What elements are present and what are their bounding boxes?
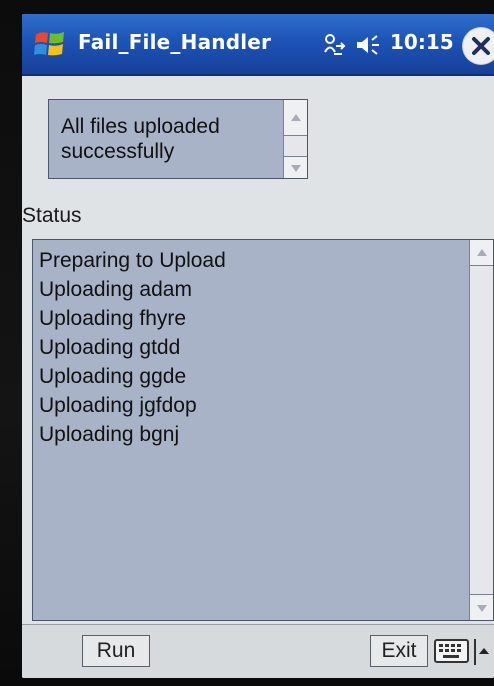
status-item[interactable]: Uploading bgnj bbox=[39, 420, 226, 449]
run-button[interactable]: Run bbox=[82, 635, 150, 667]
scroll-down-button[interactable] bbox=[284, 156, 307, 178]
status-item[interactable]: Uploading gtdd bbox=[39, 333, 226, 362]
arrow-down-icon bbox=[476, 604, 487, 612]
scroll-down-button[interactable] bbox=[470, 594, 493, 620]
status-list[interactable]: Preparing to Upload Uploading adam Uploa… bbox=[32, 239, 494, 621]
arrow-down-icon bbox=[290, 164, 301, 172]
windows-flag-icon[interactable] bbox=[32, 28, 68, 62]
close-button[interactable] bbox=[463, 28, 494, 64]
keyboard-icon[interactable] bbox=[434, 637, 470, 665]
device-screen: Fail_File_Handler 10:15 All files upload… bbox=[22, 14, 494, 678]
scroll-up-button[interactable] bbox=[284, 100, 307, 136]
message-text: All files uploaded successfully bbox=[61, 115, 220, 163]
title-bar: Fail_File_Handler 10:15 bbox=[22, 14, 494, 76]
status-label: Status bbox=[22, 204, 82, 227]
close-icon bbox=[472, 37, 490, 55]
status-item[interactable]: Uploading jgfdop bbox=[39, 391, 226, 420]
status-item[interactable]: Preparing to Upload bbox=[39, 246, 226, 275]
scroll-up-button[interactable] bbox=[470, 240, 493, 266]
chevron-up-icon[interactable] bbox=[474, 637, 492, 667]
app-title: Fail_File_Handler bbox=[78, 30, 272, 54]
arrow-up-icon bbox=[476, 248, 487, 256]
status-item[interactable]: Uploading adam bbox=[39, 275, 226, 304]
clock[interactable]: 10:15 bbox=[390, 30, 454, 54]
softkey-bar: Run Exit bbox=[22, 624, 494, 678]
arrow-up-icon bbox=[290, 113, 301, 121]
exit-button[interactable]: Exit bbox=[370, 635, 428, 667]
status-scrollbar[interactable] bbox=[469, 240, 493, 620]
status-item[interactable]: Uploading ggde bbox=[39, 362, 226, 391]
message-scrollbar[interactable] bbox=[283, 100, 307, 178]
upload-result-message[interactable]: All files uploaded successfully bbox=[48, 99, 308, 179]
status-item[interactable]: Uploading fhyre bbox=[39, 304, 226, 333]
status-items: Preparing to Upload Uploading adam Uploa… bbox=[39, 246, 226, 449]
volume-icon[interactable] bbox=[355, 33, 385, 57]
connectivity-icon[interactable] bbox=[322, 32, 348, 58]
